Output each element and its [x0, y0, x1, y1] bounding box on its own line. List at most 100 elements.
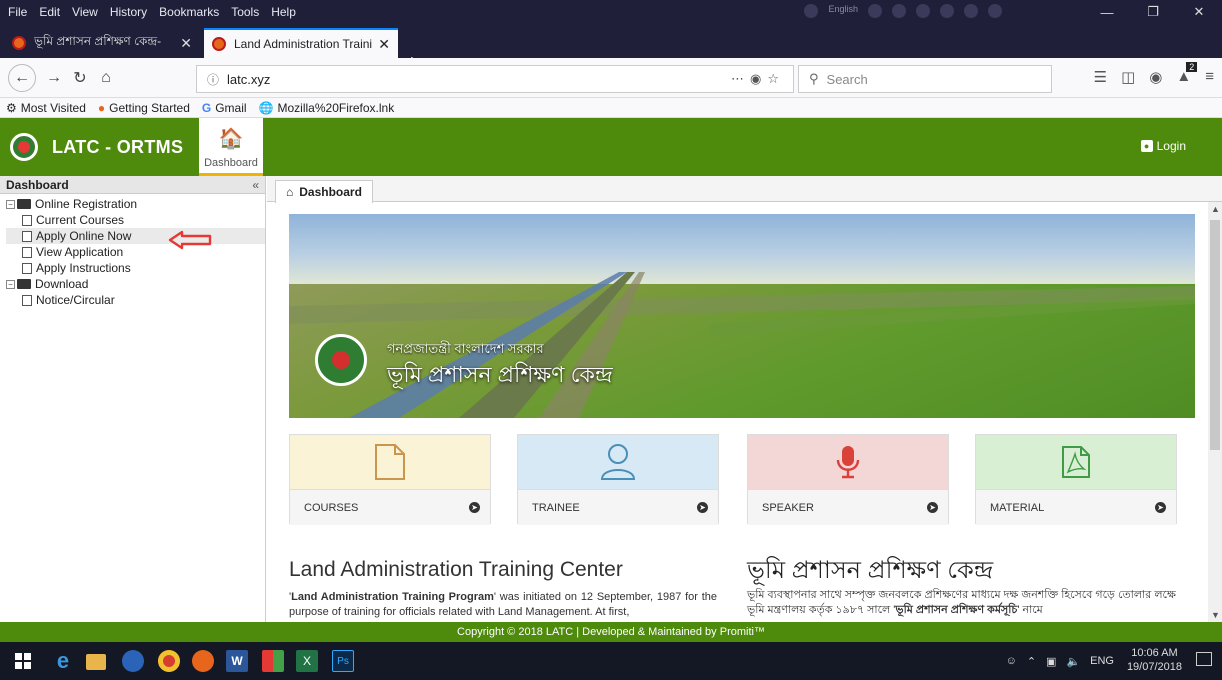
scroll-down-icon[interactable]: ▼ — [1211, 610, 1220, 620]
edge-browser-icon[interactable]: e — [52, 648, 74, 673]
tab-bangla-site[interactable]: ভূমি প্রশাসন প্রশিক্ষণ কেন্দ্র- ✕ — [4, 28, 200, 58]
card-material[interactable]: MATERIAL ➤ — [975, 434, 1177, 525]
card-speaker[interactable]: SPEAKER ➤ — [747, 434, 949, 525]
home-icon: 🏠 — [218, 128, 244, 150]
menu-edit[interactable]: Edit — [39, 5, 60, 19]
site-info-icon[interactable]: ⓘ — [207, 71, 219, 88]
network-icon[interactable]: ▣ — [1046, 655, 1056, 668]
reload-icon[interactable]: ↻ — [68, 66, 92, 90]
card-footer: TRAINEE ➤ — [518, 489, 718, 525]
taskbar-clock[interactable]: 10:06 AM 19/07/2018 — [1127, 646, 1182, 674]
menu-help[interactable]: Help — [271, 5, 296, 19]
sidebar-item-notice-circular[interactable]: Notice/Circular — [6, 292, 265, 308]
dashboard-nav-button[interactable]: 🏠 Dashboard — [199, 118, 263, 176]
content-tab-bar: ⌂ Dashboard — [267, 176, 1222, 203]
arrow-circle-icon[interactable]: ➤ — [927, 502, 938, 513]
card-icon-area — [748, 435, 948, 489]
bookmark-getting-started[interactable]: ● Getting Started — [98, 101, 190, 115]
menu-file[interactable]: File — [8, 5, 27, 19]
arrow-circle-icon[interactable]: ➤ — [469, 502, 480, 513]
clock-time: 10:06 AM — [1131, 647, 1178, 659]
people-icon[interactable]: ☺ — [1006, 655, 1017, 667]
card-footer: SPEAKER ➤ — [748, 489, 948, 525]
page-actions-icon[interactable]: ⋯◉☆ — [731, 71, 785, 87]
library-icon[interactable]: ☰ — [1094, 68, 1107, 86]
minimize-button[interactable]: — — [1084, 0, 1130, 24]
close-tab-icon[interactable]: ✕ — [378, 36, 390, 53]
file-explorer-icon[interactable] — [86, 654, 106, 670]
back-arrow-icon[interactable]: ← — [8, 64, 36, 92]
tree-group-online-registration[interactable]: − Online Registration — [6, 196, 265, 212]
tray-language-label: English — [828, 4, 858, 14]
chrome-icon[interactable] — [158, 650, 180, 672]
close-window-button[interactable]: ✕ — [1176, 0, 1222, 24]
excel-icon[interactable]: X — [296, 650, 318, 672]
document-icon — [22, 294, 32, 306]
search-input[interactable]: ⚲ Search — [798, 65, 1052, 93]
document-icon — [22, 214, 32, 226]
arrow-circle-icon[interactable]: ➤ — [697, 502, 708, 513]
scroll-thumb[interactable] — [1210, 220, 1220, 450]
folder-icon — [17, 279, 31, 289]
about-title-en: Land Administration Training Center — [289, 558, 623, 581]
badge-count: 2 — [1186, 62, 1198, 72]
scroll-up-icon[interactable]: ▲ — [1211, 204, 1220, 214]
folder-icon — [17, 199, 31, 209]
card-trainee[interactable]: TRAINEE ➤ — [517, 434, 719, 525]
site-favicon-icon — [12, 36, 26, 50]
bookmark-most-visited[interactable]: ⚙ Most Visited — [6, 101, 86, 115]
volume-icon[interactable]: 🔈 — [1066, 655, 1080, 668]
document-icon — [375, 444, 405, 480]
sidebar-toggle-icon[interactable]: ◫ — [1121, 68, 1135, 86]
url-bar[interactable]: ⓘ latc.xyz ⋯◉☆ — [196, 65, 794, 93]
menu-view[interactable]: View — [72, 5, 98, 19]
close-tab-icon[interactable]: ✕ — [180, 35, 192, 52]
app-blue-icon[interactable] — [122, 650, 144, 672]
sidebar-item-view-application[interactable]: View Application — [6, 244, 265, 260]
home-icon[interactable]: ⌂ — [94, 66, 118, 90]
menu-bookmarks[interactable]: Bookmarks — [159, 5, 219, 19]
menu-history[interactable]: History — [110, 5, 147, 19]
collapse-toggle-icon[interactable]: − — [6, 199, 15, 209]
sidebar-item-apply-online-now[interactable]: Apply Online Now — [6, 228, 265, 244]
restore-button[interactable]: ❐ — [1130, 0, 1176, 24]
latc-logo-icon — [10, 133, 38, 161]
google-icon: G — [201, 100, 212, 115]
collapse-sidebar-icon[interactable]: « — [252, 178, 259, 192]
user-icon — [600, 444, 636, 480]
card-label: COURSES — [304, 501, 359, 514]
collapse-toggle-icon[interactable]: − — [6, 279, 15, 289]
login-link[interactable]: ● Login — [1140, 139, 1186, 153]
arrow-circle-icon[interactable]: ➤ — [1155, 502, 1166, 513]
main-content: ⌂ Dashboard গনপ্রজাতন্ত্রী বাংলাদেশ সরকা… — [267, 176, 1222, 622]
extension-icon[interactable]: ◉ — [1149, 68, 1162, 86]
app-brand[interactable]: LATC - ORTMS — [52, 137, 183, 158]
firefox-taskbar-icon[interactable] — [192, 650, 214, 672]
firefox-icon: ● — [97, 100, 106, 115]
action-center-icon[interactable] — [1196, 652, 1212, 666]
hamburger-menu-icon[interactable]: ≡ — [1205, 68, 1214, 86]
word-icon[interactable]: W — [226, 650, 248, 672]
bookmark-gmail[interactable]: G Gmail — [202, 101, 247, 115]
sidebar-item-current-courses[interactable]: Current Courses — [6, 212, 265, 228]
tree-group-download[interactable]: − Download — [6, 276, 265, 292]
photoshop-icon[interactable]: Ps — [332, 650, 354, 672]
language-indicator[interactable]: ENG — [1090, 655, 1114, 667]
tab-latc-active[interactable]: Land Administration Training C ✕ — [204, 28, 398, 58]
menu-tools[interactable]: Tools — [231, 5, 259, 19]
document-icon — [22, 230, 32, 242]
about-paragraph-en: 'Land Administration Training Program' w… — [289, 590, 717, 620]
show-hidden-icons[interactable]: ⌃ — [1027, 655, 1036, 668]
sidebar-title: Dashboard — [6, 177, 69, 192]
sidebar-item-label: Apply Instructions — [36, 261, 131, 275]
bookmark-mozilla-lnk[interactable]: 🌐 Mozilla%20Firefox.lnk — [259, 101, 395, 115]
navigation-toolbar: ← → ↻ ⌂ ⓘ latc.xyz ⋯◉☆ ⚲ Search ☰ ◫ ◉ ▲ 2… — [0, 58, 1222, 98]
app-multicolor-icon[interactable] — [262, 650, 284, 672]
forward-arrow-icon[interactable]: → — [42, 66, 66, 90]
tab-dashboard[interactable]: ⌂ Dashboard — [275, 180, 373, 203]
card-courses[interactable]: COURSES ➤ — [289, 434, 491, 525]
sidebar-item-apply-instructions[interactable]: Apply Instructions — [6, 260, 265, 276]
extension-badge-icon[interactable]: ▲ 2 — [1176, 62, 1198, 86]
content-scrollbar[interactable]: ▲ ▼ — [1208, 202, 1222, 622]
windows-start-icon[interactable] — [12, 650, 34, 672]
